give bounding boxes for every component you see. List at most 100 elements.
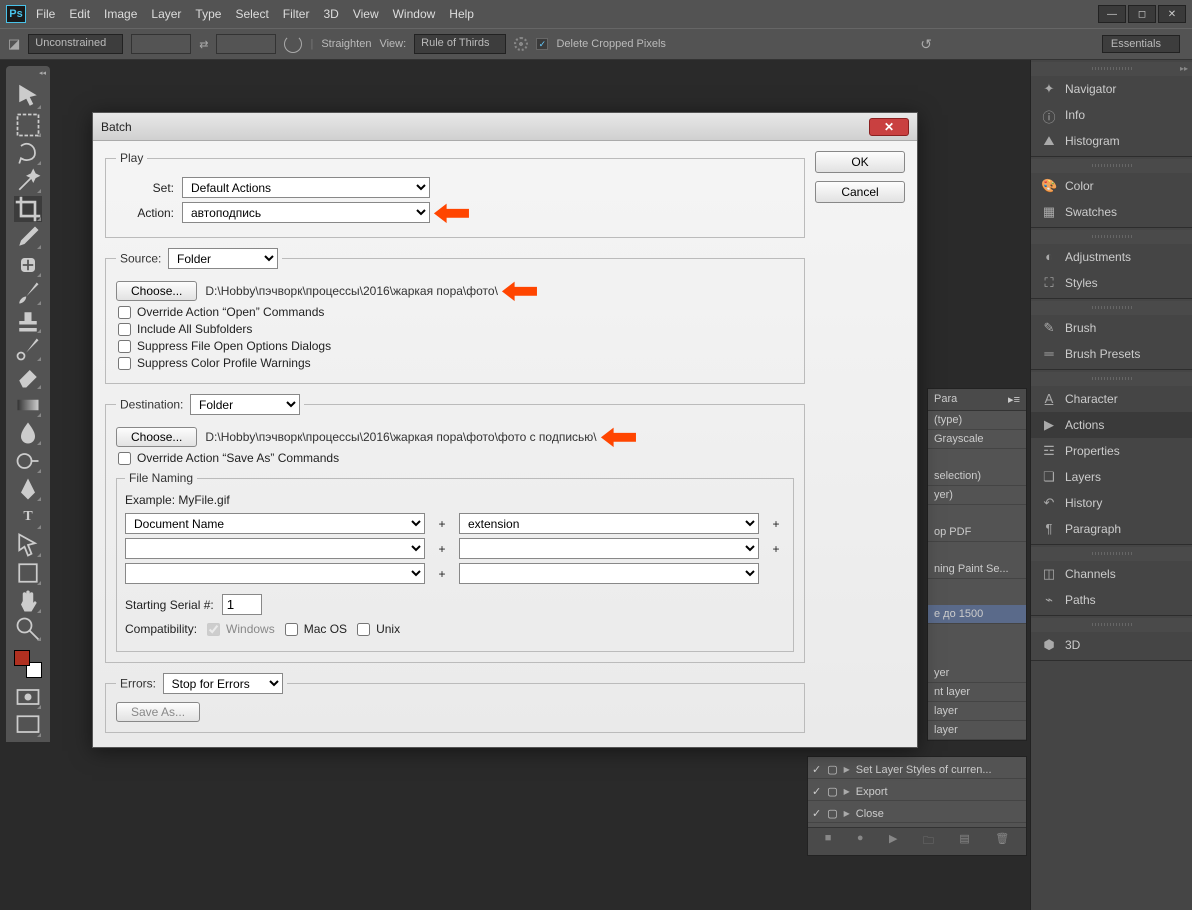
destination-dropdown[interactable]: Folder [190,394,300,415]
width-input[interactable] [131,34,191,54]
workspace-dropdown[interactable]: Essentials [1102,35,1180,53]
height-input[interactable] [216,34,276,54]
brush-tool[interactable] [14,280,42,306]
menu-help[interactable]: Help [449,7,474,21]
naming-field-2[interactable]: extension [459,513,759,534]
naming-field-1[interactable]: Document Name [125,513,425,534]
close-button[interactable]: ✕ [1158,5,1186,23]
move-tool[interactable] [14,84,42,110]
ok-button[interactable]: OK [815,151,905,173]
panel-brush[interactable]: ✎Brush [1031,315,1192,341]
color-swatches[interactable] [14,650,42,678]
cancel-button[interactable]: Cancel [815,181,905,203]
panel-layers[interactable]: ❏Layers [1031,464,1192,490]
include-subfolders-checkbox[interactable]: Include All Subfolders [118,322,794,336]
straighten-button[interactable]: Straighten [321,38,371,50]
stamp-tool[interactable] [14,308,42,334]
stop-icon[interactable]: ■ [825,832,832,851]
lasso-tool[interactable] [14,140,42,166]
action-item[interactable]: ning Paint Se... [928,560,1026,579]
menu-file[interactable]: File [36,7,55,21]
crop-tool[interactable] [14,196,42,222]
serial-input[interactable] [222,594,262,615]
source-choose-button[interactable]: Choose... [116,281,197,301]
tools-collapse[interactable] [6,66,50,80]
reset-view-icon[interactable]: ↺ [920,36,932,53]
set-dropdown[interactable]: Default Actions [182,177,430,198]
naming-field-6[interactable] [459,563,759,584]
panel-paragraph[interactable]: ¶Paragraph [1031,516,1192,542]
menu-filter[interactable]: Filter [283,7,310,21]
source-dropdown[interactable]: Folder [168,248,278,269]
panel-properties[interactable]: ☲Properties [1031,438,1192,464]
panel-info[interactable]: ⓘInfo [1031,102,1192,128]
record-icon[interactable]: ● [857,832,864,851]
play-icon[interactable]: ▶ [889,832,897,851]
actions-tab-label[interactable]: Para [934,393,957,406]
panel-menu-icon[interactable]: ▸≡ [1008,393,1020,406]
reset-icon[interactable] [284,35,302,53]
action-item[interactable]: Grayscale [928,430,1026,449]
folder-icon[interactable]: 🗀 [923,832,934,851]
panel-channels[interactable]: ◫Channels [1031,561,1192,587]
gear-icon[interactable] [514,37,528,51]
panel-swatches[interactable]: ▦Swatches [1031,199,1192,225]
suppress-color-checkbox[interactable]: Suppress Color Profile Warnings [118,356,794,370]
dialog-close-button[interactable]: ✕ [869,118,909,136]
menu-edit[interactable]: Edit [69,7,90,21]
menu-view[interactable]: View [353,7,379,21]
view-dropdown[interactable]: Rule of Thirds [414,34,506,54]
constrain-dropdown[interactable]: Unconstrained [28,34,123,54]
path-select-tool[interactable] [14,532,42,558]
menu-layer[interactable]: Layer [151,7,181,21]
panel-actions[interactable]: ▶Actions [1031,412,1192,438]
trash-icon[interactable]: 🗑 [995,832,1009,851]
eraser-tool[interactable] [14,364,42,390]
panel-navigator[interactable]: ✦Navigator [1031,76,1192,102]
quickmask-tool[interactable] [14,684,42,710]
action-item[interactable]: layer [928,721,1026,740]
zoom-tool[interactable] [14,616,42,642]
panel-styles[interactable]: ⛶Styles [1031,270,1192,296]
panel-adjustments[interactable]: ◐Adjustments [1031,244,1192,270]
action-item[interactable]: op PDF [928,523,1026,542]
wand-tool[interactable] [14,168,42,194]
heal-tool[interactable] [14,252,42,278]
collapse-panels-icon[interactable]: ▸▸ [1180,64,1188,73]
pen-tool[interactable] [14,476,42,502]
menu-type[interactable]: Type [195,7,221,21]
action-item[interactable]: layer [928,702,1026,721]
eyedropper-tool[interactable] [14,224,42,250]
compat-mac-checkbox[interactable]: Mac OS [285,622,347,636]
dodge-tool[interactable] [14,448,42,474]
naming-field-4[interactable] [459,538,759,559]
panel-history[interactable]: ↶History [1031,490,1192,516]
panel-3d[interactable]: ⬢3D [1031,632,1192,658]
override-save-checkbox[interactable]: Override Action “Save As” Commands [118,451,794,465]
action-item[interactable]: nt layer [928,683,1026,702]
panel-brush-presets[interactable]: ═Brush Presets [1031,341,1192,367]
shape-tool[interactable] [14,560,42,586]
swap-icon[interactable]: ⇄ [199,38,208,51]
panel-paths[interactable]: ⌁Paths [1031,587,1192,613]
menu-3d[interactable]: 3D [323,7,338,21]
menu-select[interactable]: Select [235,7,268,21]
dest-choose-button[interactable]: Choose... [116,427,197,447]
action-item[interactable]: selection) [928,467,1026,486]
errors-dropdown[interactable]: Stop for Errors [163,673,283,694]
delete-cropped-checkbox[interactable]: ✓ [536,38,548,50]
menu-window[interactable]: Window [393,7,436,21]
blur-tool[interactable] [14,420,42,446]
suppress-open-checkbox[interactable]: Suppress File Open Options Dialogs [118,339,794,353]
dialog-titlebar[interactable]: Batch ✕ [93,113,917,141]
gradient-tool[interactable] [14,392,42,418]
action-item[interactable]: yer) [928,486,1026,505]
action-item[interactable]: (type) [928,411,1026,430]
new-icon[interactable]: ▤ [959,832,969,851]
menu-image[interactable]: Image [104,7,137,21]
screenmode-tool[interactable] [14,712,42,738]
action-dropdown[interactable]: автоподпись [182,202,430,223]
action-item[interactable]: yer [928,664,1026,683]
override-open-checkbox[interactable]: Override Action “Open” Commands [118,305,794,319]
type-tool[interactable]: T [14,504,42,530]
